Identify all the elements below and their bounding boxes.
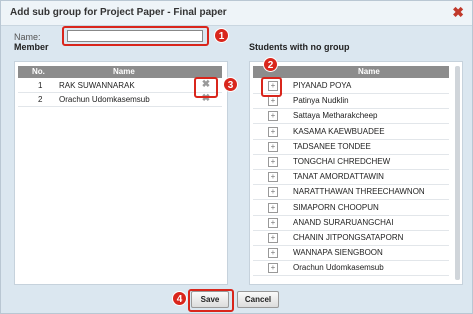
student-row: + Patinya Nudklin xyxy=(253,94,449,110)
student-row: + Sattaya Metharakcheep xyxy=(253,109,449,125)
annotation-marker-1: 1 xyxy=(214,28,229,43)
student-name: KASAMA KAEWBUADEE xyxy=(293,126,385,136)
student-row: + TONGCHAI CHREDCHEW xyxy=(253,155,449,170)
add-student-icon[interactable]: + xyxy=(268,233,278,243)
add-student-icon[interactable]: + xyxy=(268,172,278,183)
student-name: Orachun Udomkasemsub xyxy=(293,263,384,273)
add-student-icon[interactable]: + xyxy=(268,126,278,137)
name-label: Name: xyxy=(14,32,41,42)
add-student-icon[interactable]: + xyxy=(268,96,278,107)
annotation-marker-3: 3 xyxy=(223,77,238,92)
member-section-label: Member xyxy=(14,42,49,52)
member-name: RAK SUWANNARAK xyxy=(59,81,135,90)
add-student-icon[interactable]: + xyxy=(268,141,278,152)
member-no: 2 xyxy=(38,95,43,104)
student-name: PIYANAD POYA xyxy=(293,81,352,90)
student-row: + TANAT AMORDATTAWIN xyxy=(253,170,449,186)
student-row: + Orachun Udomkasemsub xyxy=(253,261,449,277)
student-row: + CHANIN JITPONGSATAPORN xyxy=(253,231,449,246)
close-icon[interactable]: ✖ xyxy=(452,4,464,21)
student-name: Sattaya Metharakcheep xyxy=(293,111,378,121)
add-student-icon[interactable]: + xyxy=(268,111,278,122)
dialog-title: Add sub group for Project Paper - Final … xyxy=(10,7,227,18)
col-header-no: No. xyxy=(32,67,45,76)
student-row: + KASAMA KAEWBUADEE xyxy=(253,125,449,140)
dialog-titlebar: Add sub group for Project Paper - Final … xyxy=(1,1,472,26)
student-name: NARATTHAWAN THREECHAWNON xyxy=(293,187,425,197)
student-row: + WANNAPA SIENGBOON xyxy=(253,246,449,262)
add-student-icon[interactable]: + xyxy=(268,263,278,274)
students-section-label: Students with no group xyxy=(249,42,350,52)
students-scrollbar[interactable] xyxy=(455,66,460,280)
member-row: 1 RAK SUWANNARAK ✖ xyxy=(18,79,222,93)
student-name: ANAND SURARUANGCHAI xyxy=(293,217,394,227)
student-name: SIMAPORN CHOOPUN xyxy=(293,202,379,212)
add-student-icon[interactable]: + xyxy=(268,157,278,167)
add-student-icon[interactable]: + xyxy=(268,248,278,259)
student-name: WANNAPA SIENGBOON xyxy=(293,248,383,258)
student-row: + PIYANAD POYA xyxy=(253,79,449,94)
member-table-header: No. Name xyxy=(18,66,222,78)
add-student-icon[interactable]: + xyxy=(268,217,278,228)
students-table-header: Name xyxy=(253,66,449,78)
student-name: Patinya Nudklin xyxy=(293,96,349,106)
student-name: TANAT AMORDATTAWIN xyxy=(293,172,384,182)
highlight-name-input xyxy=(62,26,209,46)
annotation-marker-2: 2 xyxy=(263,57,278,72)
add-student-icon[interactable]: + xyxy=(268,202,278,213)
member-row: 2 Orachun Udomkasemsub ✖ xyxy=(18,93,222,107)
col-header-name: Name xyxy=(113,67,135,76)
student-row: + TADSANEE TONDEE xyxy=(253,140,449,155)
student-name: TADSANEE TONDEE xyxy=(293,141,371,151)
student-row: + ANAND SURARUANGCHAI xyxy=(253,216,449,231)
save-button[interactable]: Save xyxy=(191,291,229,308)
col-header-student-name: Name xyxy=(358,67,380,76)
add-student-icon[interactable]: + xyxy=(268,187,278,198)
cancel-button[interactable]: Cancel xyxy=(237,291,279,308)
student-row: + SIMAPORN CHOOPUN xyxy=(253,201,449,216)
member-name: Orachun Udomkasemsub xyxy=(59,95,150,104)
add-subgroup-dialog: Add sub group for Project Paper - Final … xyxy=(0,0,473,314)
member-no: 1 xyxy=(38,81,43,90)
highlight-add-icon xyxy=(261,77,282,97)
student-name: CHANIN JITPONGSATAPORN xyxy=(293,233,404,242)
student-row: + NARATTHAWAN THREECHAWNON xyxy=(253,185,449,201)
annotation-marker-4: 4 xyxy=(172,291,187,306)
highlight-remove-icon xyxy=(194,77,218,98)
student-name: TONGCHAI CHREDCHEW xyxy=(293,157,391,166)
